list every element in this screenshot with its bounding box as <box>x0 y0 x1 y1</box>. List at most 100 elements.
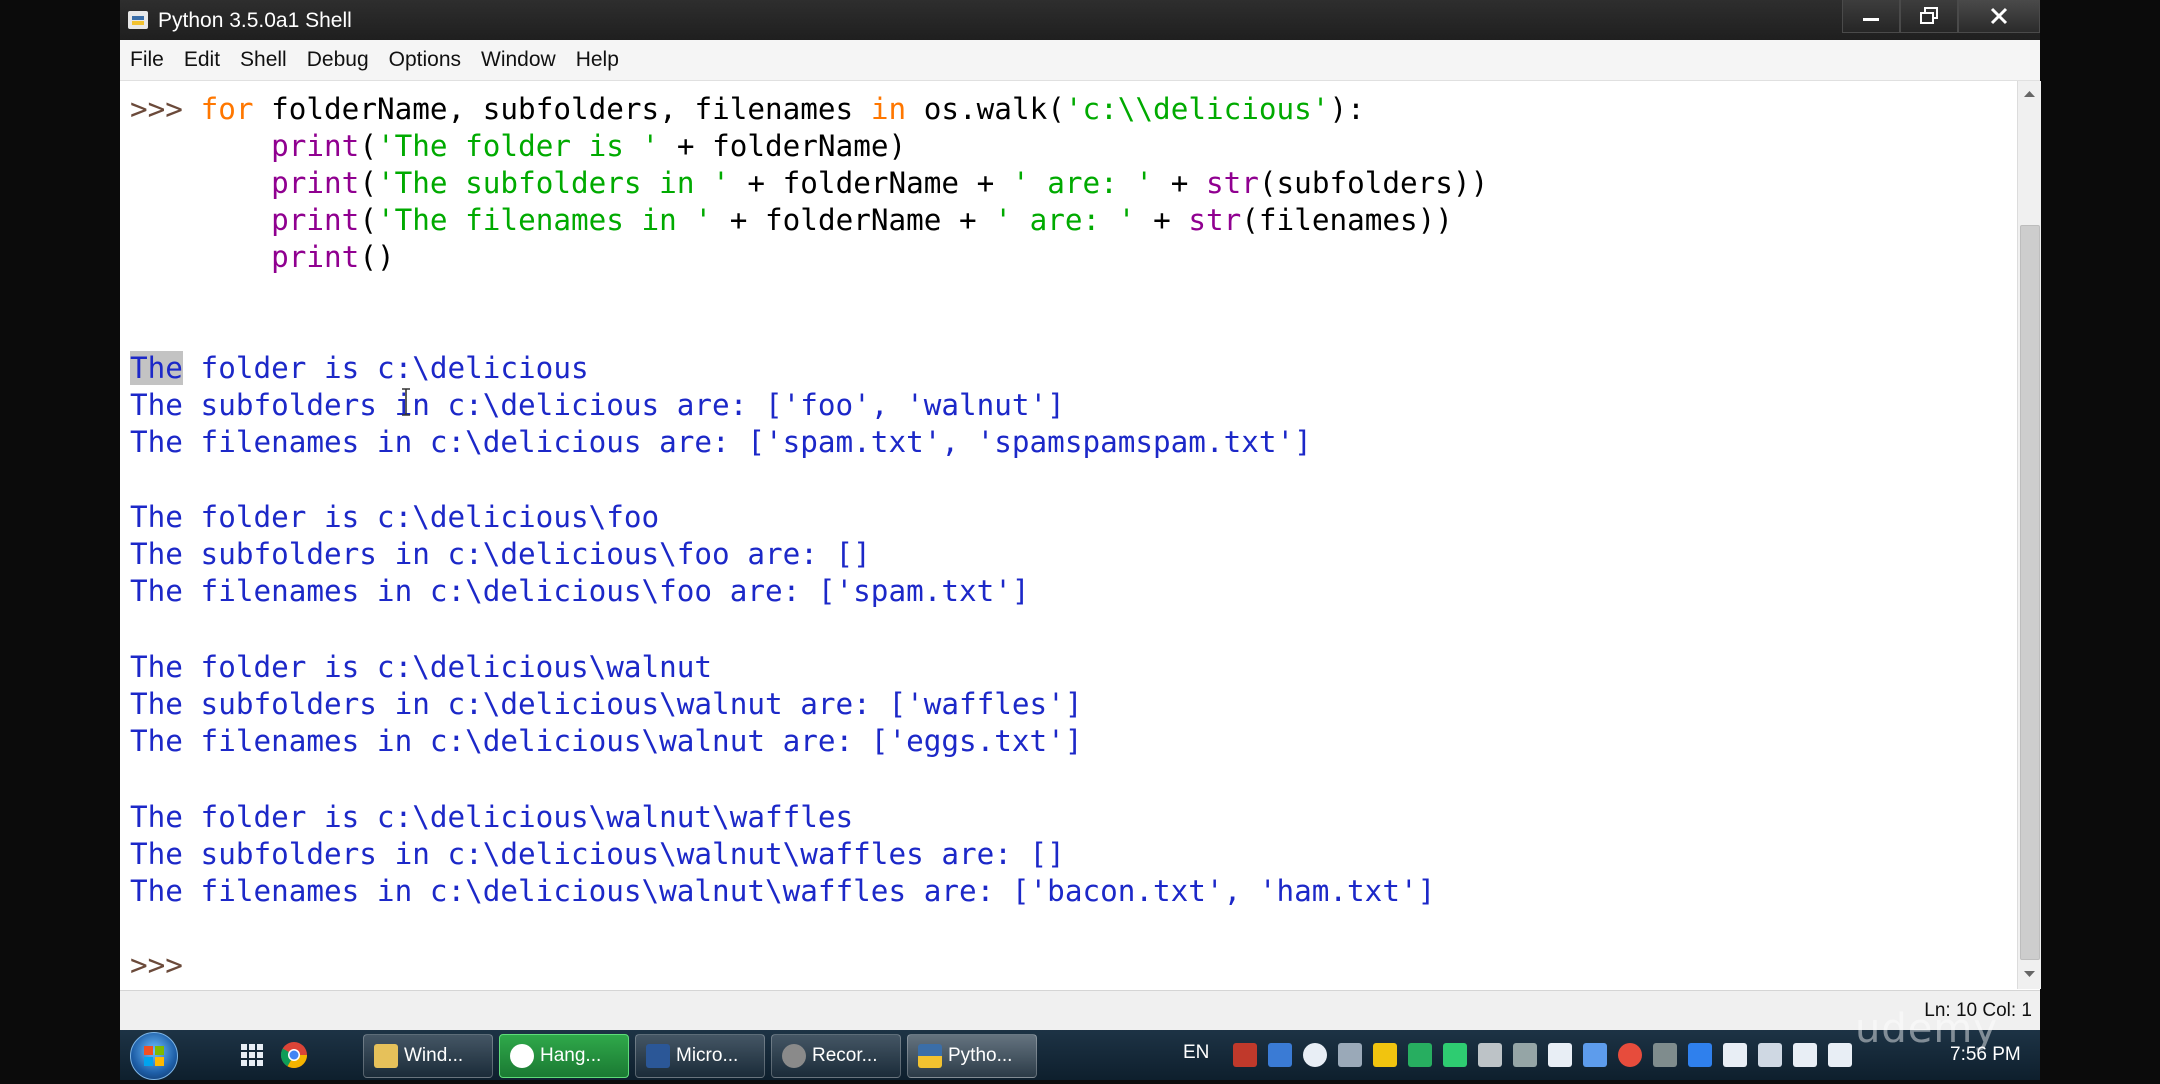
code-line-2: >>> print('The folder is ' + folderName) <box>130 128 906 165</box>
bluetooth-icon[interactable] <box>1688 1043 1712 1067</box>
input-prompt-line[interactable]: >>> <box>130 947 201 984</box>
code-line-1: >>> for folderName, subfolders, filename… <box>130 91 1365 128</box>
code-text: (subfolders)) <box>1258 166 1489 200</box>
status-bar: Ln: 10 Col: 1 <box>120 990 2040 1031</box>
task-windows-explorer[interactable]: Wind... <box>363 1034 493 1078</box>
menu-shell[interactable]: Shell <box>230 40 297 80</box>
tray-clipboard-icon[interactable] <box>1548 1043 1572 1067</box>
shell-prompt: >>> <box>130 92 201 126</box>
tray-chrome-icon[interactable] <box>1618 1043 1642 1067</box>
python-app-icon <box>128 11 148 29</box>
menu-help[interactable]: Help <box>566 40 629 80</box>
minimize-button[interactable] <box>1842 0 1900 33</box>
code-text: () <box>359 240 395 274</box>
task-label: Recor... <box>812 1045 878 1066</box>
apps-grid-pin[interactable] <box>232 1037 272 1073</box>
output-line: The subfolders in c:\delicious\walnut\wa… <box>130 837 1065 871</box>
word-icon <box>646 1044 670 1068</box>
window-controls <box>1842 0 2040 34</box>
start-button[interactable] <box>130 1032 178 1080</box>
menu-window[interactable]: Window <box>471 40 566 80</box>
tray-help-icon[interactable] <box>1268 1043 1292 1067</box>
title-bar[interactable]: Python 3.5.0a1 Shell <box>120 0 2040 40</box>
restore-icon <box>1920 7 1938 24</box>
output-line: The filenames in c:\delicious\foo are: [… <box>130 574 1030 608</box>
menu-bar: File Edit Shell Debug Options Window Hel… <box>120 40 2040 81</box>
code-text: os.walk( <box>906 92 1065 126</box>
task-label: Wind... <box>404 1045 464 1066</box>
builtin-str: str <box>1205 166 1259 200</box>
output-line: The filenames in c:\delicious\walnut\waf… <box>130 874 1436 908</box>
string-literal: ' are: ' <box>1011 166 1154 200</box>
task-label: Micro... <box>676 1045 739 1066</box>
code-line-3: >>> print('The subfolders in ' + folderN… <box>130 165 1488 202</box>
builtin-print: print <box>271 166 360 200</box>
tray-settings-icon[interactable] <box>1513 1043 1537 1067</box>
code-line-5: >>> print() <box>130 239 395 276</box>
chrome-pin[interactable] <box>274 1037 314 1073</box>
letterbox-right <box>2040 0 2160 1080</box>
menu-file[interactable]: File <box>120 40 174 80</box>
close-button[interactable] <box>1958 0 2040 33</box>
tray-monitor-icon[interactable] <box>1653 1043 1677 1067</box>
code-text: folderName, subfolders, filenames <box>253 92 871 126</box>
output-line: The folder is c:\delicious\walnut\waffle… <box>130 800 854 834</box>
menu-edit[interactable]: Edit <box>174 40 230 80</box>
tray-note-icon[interactable] <box>1373 1043 1397 1067</box>
maximize-button[interactable] <box>1900 0 1958 33</box>
menu-options[interactable]: Options <box>379 40 471 80</box>
language-indicator[interactable]: EN <box>1183 1042 1209 1064</box>
code-text: ): <box>1329 92 1365 126</box>
udemy-watermark: udemy <box>1855 1006 1998 1052</box>
windows-tray-icon[interactable] <box>1723 1043 1747 1067</box>
text-cursor-icon <box>402 388 410 416</box>
menu-debug[interactable]: Debug <box>297 40 379 80</box>
power-icon[interactable] <box>1793 1043 1817 1067</box>
code-text: + folderName) <box>659 129 907 163</box>
recorder-icon <box>782 1044 806 1068</box>
shell-text-area[interactable]: >>> for folderName, subfolders, filename… <box>120 81 2017 989</box>
builtin-str: str <box>1188 203 1242 237</box>
string-literal: ' are: ' <box>994 203 1136 237</box>
volume-icon[interactable] <box>1828 1043 1852 1067</box>
scroll-thumb[interactable] <box>2020 225 2040 960</box>
output-line: The folder is c:\delicious <box>130 350 589 387</box>
code-text: + folderName + <box>712 203 995 237</box>
python-icon <box>918 1044 942 1068</box>
shell-prompt: >>> <box>130 948 201 982</box>
scroll-down-icon[interactable] <box>2018 961 2041 987</box>
steam-icon[interactable] <box>1303 1043 1327 1067</box>
hangouts-icon <box>510 1044 534 1068</box>
task-python-shell[interactable]: Pytho... <box>907 1034 1037 1078</box>
minimize-icon <box>1863 18 1879 21</box>
tray-app-icon[interactable] <box>1233 1043 1257 1067</box>
string-literal: 'c:\\delicious' <box>1064 92 1330 126</box>
tray-doc-icon[interactable] <box>1583 1043 1607 1067</box>
tray-check-icon[interactable] <box>1443 1043 1467 1067</box>
builtin-print: print <box>271 203 360 237</box>
selected-text: The <box>130 351 183 385</box>
idle-shell-window: Python 3.5.0a1 Shell File Edit Shell Deb… <box>120 0 2041 1031</box>
task-hangouts[interactable]: Hang... <box>499 1034 629 1078</box>
task-recorder[interactable]: Recor... <box>771 1034 901 1078</box>
tray-tools-icon[interactable] <box>1478 1043 1502 1067</box>
code-text: + folderName + <box>729 166 1012 200</box>
tray-grid-icon[interactable] <box>1338 1043 1362 1067</box>
code-line-4: >>> print('The filenames in ' + folderNa… <box>130 202 1453 239</box>
task-microsoft-word[interactable]: Micro... <box>635 1034 765 1078</box>
vertical-scrollbar[interactable] <box>2017 81 2041 989</box>
apps-grid-icon <box>241 1044 263 1066</box>
code-text: + <box>1153 166 1206 200</box>
output-text: folder is c:\delicious <box>182 351 589 385</box>
output-line: The filenames in c:\delicious\walnut are… <box>130 724 1083 758</box>
scroll-up-icon[interactable] <box>2018 81 2041 107</box>
tray-network-icon[interactable] <box>1758 1043 1782 1067</box>
keyword-for: for <box>200 92 254 126</box>
output-line: The subfolders in c:\delicious\foo are: … <box>130 537 871 571</box>
output-line: The folder is c:\delicious\foo <box>130 500 660 534</box>
tray-app-green-icon[interactable] <box>1408 1043 1432 1067</box>
letterbox-left <box>0 0 120 1080</box>
code-text: + <box>1135 203 1189 237</box>
